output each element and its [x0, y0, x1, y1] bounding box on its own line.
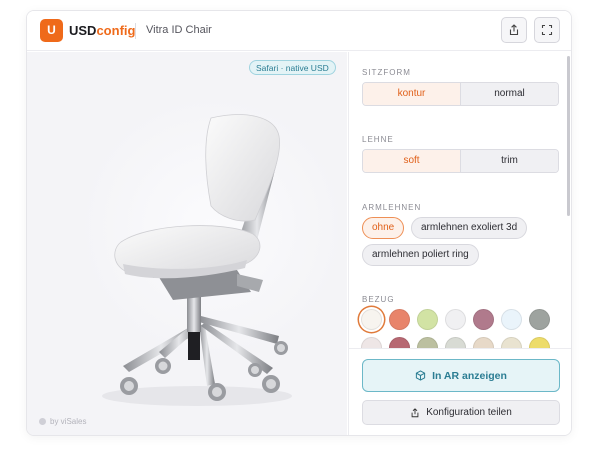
share-config-button[interactable]: Konfiguration teilen — [362, 400, 560, 425]
lehne-selector: soft trim — [362, 149, 559, 173]
option-trim[interactable]: trim — [461, 150, 558, 172]
3d-viewer[interactable]: Safari · native USD by viSales — [27, 52, 347, 435]
visales-dot-icon — [39, 418, 46, 425]
header-divider — [135, 23, 136, 39]
viewer-credit: by viSales — [39, 417, 86, 426]
share-icon — [509, 24, 519, 36]
share-icon — [411, 407, 419, 417]
panel-scrollbar[interactable] — [567, 56, 570, 216]
ar-view-label: In AR anzeigen — [432, 369, 507, 382]
config-panel: SITZFORM kontur normal LEHNE soft trim A… — [348, 52, 571, 435]
cube-icon — [415, 370, 426, 381]
engine-badge: Safari · native USD — [249, 60, 336, 75]
color-swatch[interactable] — [417, 309, 438, 330]
brand-suffix: config — [96, 23, 136, 38]
option-soft[interactable]: soft — [363, 150, 461, 172]
lehne-label: LEHNE — [362, 135, 394, 144]
action-footer: In AR anzeigen Konfiguration teilen — [349, 348, 571, 435]
fullscreen-button[interactable] — [534, 17, 560, 43]
option-armlehnen-exoliert-3d[interactable]: armlehnen exoliert 3d — [411, 217, 528, 239]
share-button[interactable] — [501, 17, 527, 43]
color-swatch[interactable] — [473, 309, 494, 330]
header: U USDconfig Vitra ID Chair — [27, 11, 571, 51]
sitzform-label: SITZFORM — [362, 68, 411, 77]
logo-badge: U — [40, 19, 63, 42]
color-swatch[interactable] — [501, 309, 522, 330]
brand-prefix: USD — [69, 23, 97, 38]
brand-name: USDconfig — [69, 23, 135, 38]
share-config-label: Konfiguration teilen — [426, 407, 512, 418]
color-swatch[interactable] — [529, 309, 550, 330]
product-name: Vitra ID Chair — [146, 24, 212, 36]
chair-seat — [114, 225, 261, 279]
bezug-label: BEZUG — [362, 295, 395, 304]
credit-text: by viSales — [50, 417, 87, 426]
option-normal[interactable]: normal — [461, 83, 558, 105]
option-armlehnen-poliert-ring[interactable]: armlehnen poliert ring — [362, 244, 479, 266]
color-swatch[interactable] — [361, 309, 382, 330]
option-kontur[interactable]: kontur — [363, 83, 461, 105]
armlehnen-label: ARMLEHNEN — [362, 203, 422, 212]
color-swatch[interactable] — [445, 309, 466, 330]
sitzform-selector: kontur normal — [362, 82, 559, 106]
configurator-card: U USDconfig Vitra ID Chair Safari · nati… — [26, 10, 572, 436]
fullscreen-icon — [541, 24, 553, 36]
color-swatch[interactable] — [389, 309, 410, 330]
chair-model[interactable] — [87, 74, 307, 414]
option-ohne[interactable]: ohne — [362, 217, 405, 239]
ar-view-button[interactable]: In AR anzeigen — [362, 359, 560, 392]
